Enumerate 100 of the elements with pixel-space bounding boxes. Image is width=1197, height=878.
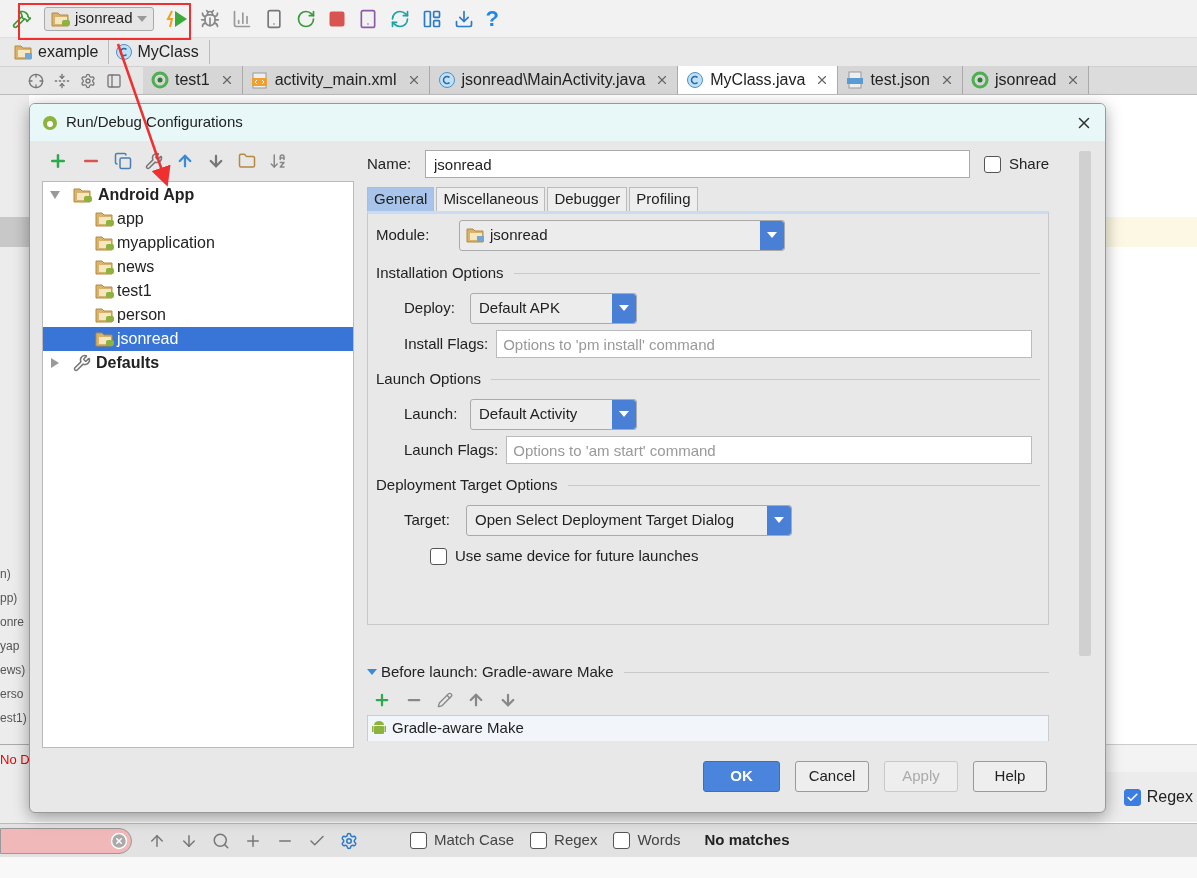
expanded-arrow-icon[interactable] [367, 667, 377, 677]
folder-icon [95, 259, 115, 275]
editor-tab[interactable]: activity_main.xml [242, 66, 430, 94]
tree-label: Defaults [96, 353, 160, 373]
stop-icon[interactable] [327, 9, 346, 28]
tab[interactable]: Profiling [629, 187, 698, 211]
tree-label: person [117, 305, 166, 325]
tab[interactable]: Debugger [547, 187, 628, 211]
tree-item[interactable]: myapplication [43, 231, 353, 255]
section-title: Before launch: Gradle-aware Make [381, 661, 614, 682]
editor-tab[interactable]: jsonread [963, 66, 1090, 94]
module-dropdown[interactable]: jsonread [459, 219, 785, 251]
checkbox[interactable] [410, 832, 427, 849]
dialog-button[interactable]: OK [703, 761, 780, 792]
add-icon[interactable] [373, 691, 391, 709]
checkbox-label: Share [1008, 153, 1049, 174]
tree-label: jsonread [117, 329, 179, 349]
run-icon[interactable] [165, 8, 188, 29]
checkbox[interactable] [983, 155, 1001, 173]
task-item[interactable]: Gradle-aware Make [368, 716, 1048, 740]
settings-icon[interactable] [340, 831, 358, 850]
tree-item[interactable]: Android App [43, 183, 353, 207]
editor-tab[interactable]: test.json [838, 66, 963, 94]
status-text: No matches [704, 830, 790, 851]
list-text: onre [0, 614, 26, 631]
sdk-download-icon[interactable] [453, 8, 474, 29]
input-field[interactable]: Options to 'am start' command [506, 436, 1032, 464]
breadcrumb[interactable]: example [14, 40, 110, 64]
tree-item[interactable]: person [43, 303, 353, 327]
expanded-arrow-icon[interactable] [49, 189, 61, 201]
tree-item[interactable]: Defaults [43, 351, 353, 375]
sort-icon[interactable] [269, 152, 287, 170]
sync-icon[interactable] [389, 8, 410, 29]
tree-item[interactable]: news [43, 255, 353, 279]
copy-icon[interactable] [114, 152, 132, 170]
folder-icon [95, 211, 115, 227]
rerun-icon[interactable] [295, 8, 316, 29]
input-field[interactable]: Options to 'pm install' command [496, 330, 1032, 358]
tree-item[interactable]: app [43, 207, 353, 231]
tab[interactable]: General [367, 187, 435, 211]
checkbox[interactable] [430, 547, 447, 565]
dropdown[interactable]: Open Select Deployment Target Dialog [466, 504, 792, 536]
folder-icon [73, 187, 93, 203]
folder-icon [95, 283, 115, 299]
field-label: Target: [403, 509, 451, 530]
search-field[interactable] [0, 827, 132, 854]
field-label: Deploy: [403, 297, 456, 318]
hide-panel-icon[interactable] [106, 72, 122, 89]
dropdown[interactable]: Default APK [470, 292, 637, 324]
xml-file-icon [250, 71, 269, 89]
run-config-dropdown[interactable]: jsonread [44, 6, 154, 31]
checkbox[interactable] [530, 832, 548, 849]
dialog-button[interactable]: Cancel [795, 761, 869, 792]
list-text: ews) [0, 662, 27, 679]
selection-highlight [0, 217, 29, 247]
json-file-icon [846, 71, 865, 89]
checkbox[interactable] [613, 832, 631, 849]
move-up-icon[interactable] [467, 691, 485, 709]
list-text: est1) [0, 710, 28, 727]
class-icon [115, 43, 134, 61]
dropdown[interactable]: Default Activity [470, 398, 637, 430]
collapsed-arrow-icon[interactable] [49, 357, 61, 369]
tree-item[interactable]: test1 [43, 279, 353, 303]
tree-item[interactable]: jsonread [43, 327, 353, 351]
checkbox[interactable] [1123, 788, 1141, 806]
wrench-icon[interactable] [145, 152, 163, 170]
editor-tab[interactable]: MyClass.java [678, 66, 839, 94]
editor-tab[interactable]: jsonread\MainActivity.java [429, 66, 679, 94]
caret-icon[interactable] [136, 15, 147, 22]
list-text: erso [0, 686, 25, 703]
edit-icon[interactable] [437, 692, 453, 708]
collapse-icon[interactable] [54, 72, 70, 89]
wrench-icon [73, 354, 91, 372]
folder-icon[interactable] [238, 152, 256, 170]
editor-tab[interactable]: test1 [143, 66, 243, 94]
add-icon[interactable] [48, 151, 68, 171]
dialog-button[interactable]: Help [973, 761, 1047, 792]
settings-icon[interactable] [80, 72, 96, 89]
class-icon [437, 71, 456, 89]
tab[interactable]: Miscellaneous [436, 187, 546, 211]
name-field[interactable]: jsonread [425, 150, 970, 178]
hammer-icon[interactable] [12, 8, 32, 29]
move-down-icon[interactable] [207, 152, 225, 170]
locate-icon[interactable] [28, 72, 44, 89]
folder-icon [95, 235, 115, 251]
tree-label: news [117, 257, 155, 277]
section-title: Deployment Target Options [376, 474, 558, 495]
breadcrumb[interactable]: MyClass [115, 40, 210, 64]
clear-icon[interactable] [110, 831, 128, 850]
ring-icon [151, 71, 169, 89]
check-mark-icon [1125, 790, 1139, 804]
tree-label: myapplication [117, 233, 215, 253]
move-up-icon[interactable] [176, 152, 194, 170]
debug-icon[interactable] [199, 8, 220, 29]
move-down-icon[interactable] [499, 691, 517, 709]
tree-label: app [117, 209, 144, 229]
tree-label: test1 [117, 281, 152, 301]
folder-icon [95, 331, 115, 347]
scrollbar[interactable] [1079, 151, 1091, 656]
folder-icon [51, 10, 71, 27]
